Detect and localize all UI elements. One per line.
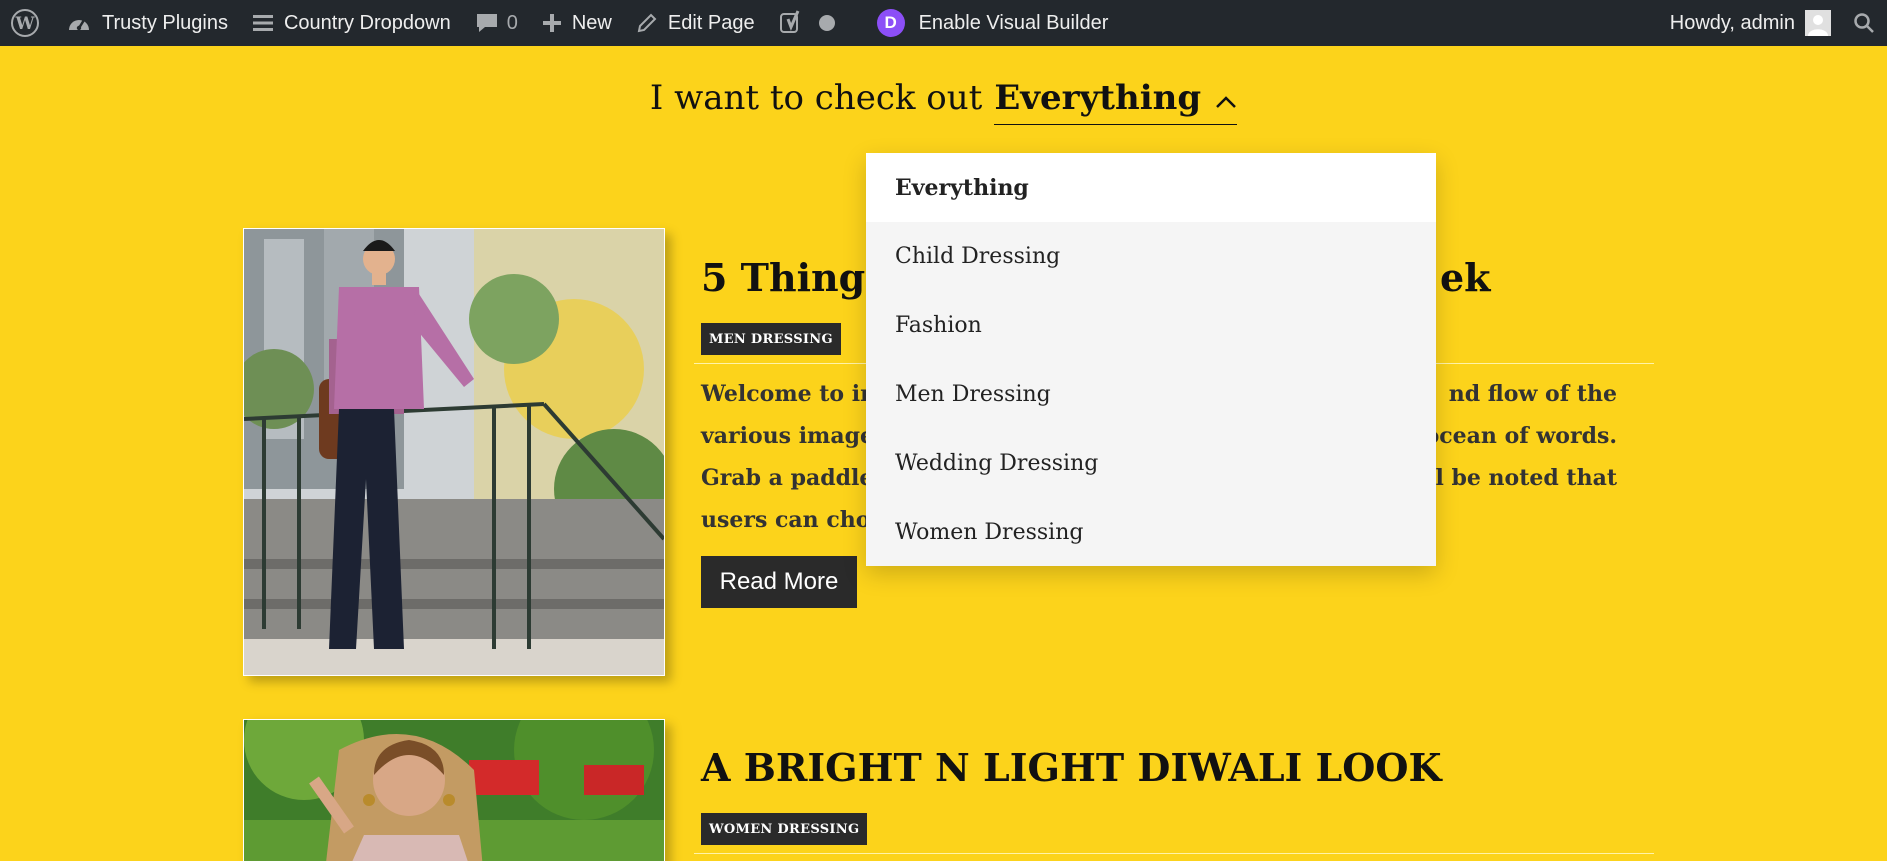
category-badge[interactable]: MEN DRESSING: [701, 323, 841, 355]
status-dot-icon: [818, 15, 835, 31]
chevron-up-icon: [1215, 78, 1237, 118]
visual-builder-label: Enable Visual Builder: [918, 11, 1109, 34]
dropdown-option-everything[interactable]: Everything: [866, 153, 1436, 222]
divi-icon: D: [876, 9, 905, 37]
edit-page-link[interactable]: Edit Page: [624, 0, 767, 46]
man-photo-image: [244, 229, 664, 675]
comments-link[interactable]: 0: [463, 0, 530, 46]
dropdown-option-women-dressing[interactable]: Women Dressing: [866, 498, 1436, 567]
post-divider: [694, 853, 1654, 854]
category-filter-heading: I want to check out Everything: [0, 78, 1887, 125]
search-button[interactable]: [1849, 0, 1887, 46]
yoast-icon: [779, 9, 805, 37]
new-content-link[interactable]: New: [530, 0, 624, 46]
site-name-label: Trusty Plugins: [102, 11, 228, 34]
post-title[interactable]: A BRIGHT N LIGHT DIWALI LOOK: [701, 745, 1442, 790]
edit-page-label: Edit Page: [667, 11, 755, 34]
excerpt-line: nd flow of the: [1448, 381, 1617, 407]
post-thumbnail[interactable]: [243, 719, 665, 861]
new-label: New: [571, 11, 612, 34]
dropdown-option-wedding-dressing[interactable]: Wedding Dressing: [866, 429, 1436, 498]
dropdown-option-men-dressing[interactable]: Men Dressing: [866, 360, 1436, 429]
dropdown-option-fashion[interactable]: Fashion: [866, 291, 1436, 360]
filter-lead-text: I want to check out: [649, 78, 983, 118]
read-more-button[interactable]: Read More: [701, 556, 857, 608]
visual-builder-button[interactable]: D Enable Visual Builder: [847, 0, 1121, 46]
menu-icon: [252, 13, 274, 33]
wordpress-logo-button[interactable]: W: [0, 0, 54, 46]
post-thumbnail[interactable]: [243, 228, 665, 676]
page-menu-link[interactable]: Country Dropdown: [240, 0, 463, 46]
comment-icon: [475, 12, 499, 34]
excerpt-line: l be noted that: [1435, 465, 1618, 491]
wordpress-icon: W: [10, 8, 40, 38]
page-name-label: Country Dropdown: [283, 11, 451, 34]
comments-count: 0: [506, 11, 518, 34]
seo-menu-button[interactable]: [767, 0, 847, 46]
avatar-icon: [1805, 10, 1831, 36]
svg-text:W: W: [14, 14, 35, 34]
search-icon: [1853, 12, 1875, 34]
howdy-label: Howdy, admin: [1669, 11, 1795, 34]
pencil-icon: [636, 12, 658, 34]
woman-photo-image: [244, 720, 664, 861]
post-title-continued[interactable]: ek: [1440, 255, 1491, 300]
post-title-right: ek: [1440, 255, 1491, 300]
dashboard-icon: [66, 12, 92, 34]
category-dropdown-menu: Everything Child Dressing Fashion Men Dr…: [866, 153, 1436, 566]
my-account-menu[interactable]: Howdy, admin: [1658, 0, 1849, 46]
plus-icon: [542, 13, 562, 33]
category-select-value: Everything: [994, 78, 1202, 118]
site-name-link[interactable]: Trusty Plugins: [54, 0, 240, 46]
dropdown-option-child-dressing[interactable]: Child Dressing: [866, 222, 1436, 291]
category-badge[interactable]: WOMEN DRESSING: [701, 813, 868, 845]
admin-bar: W Trusty Plugins Country Dropdown 0 New …: [0, 0, 1887, 46]
category-select[interactable]: Everything: [994, 78, 1238, 125]
